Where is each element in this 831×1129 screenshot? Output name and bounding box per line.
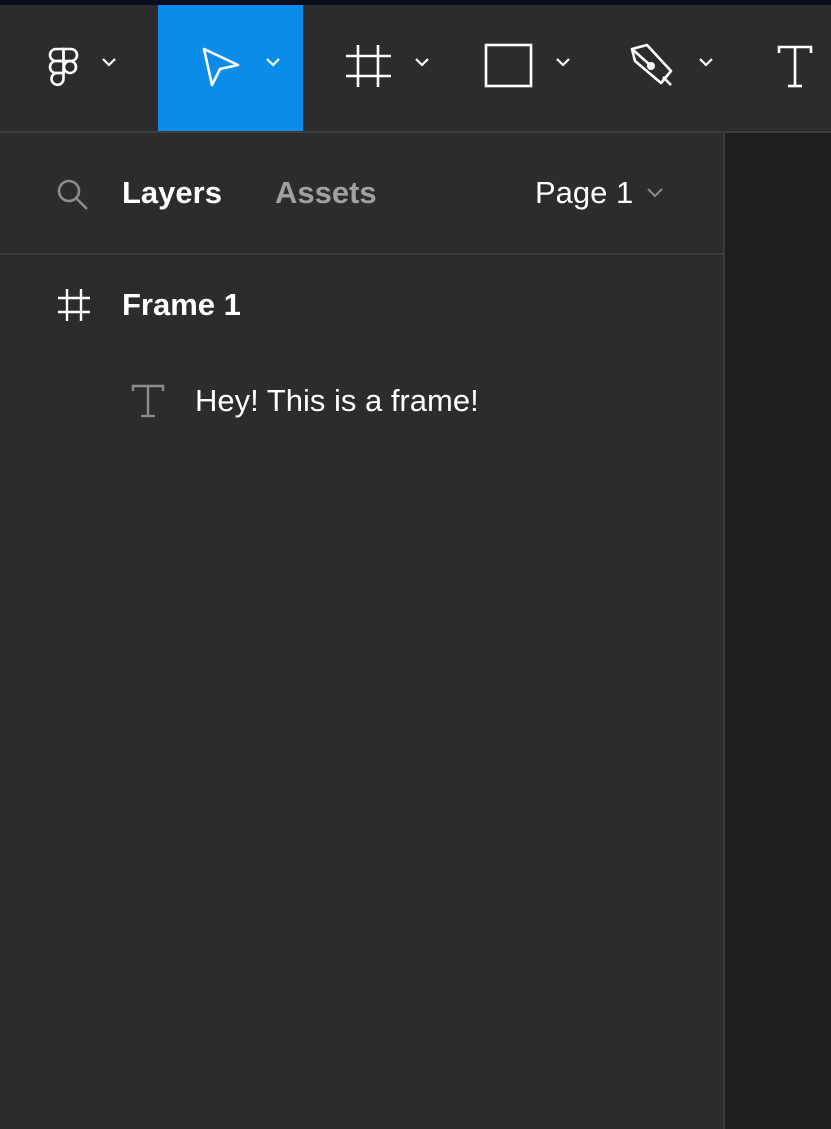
- text-icon: [131, 384, 165, 418]
- frame-hash-icon: [346, 45, 429, 87]
- text-icon: [777, 45, 813, 88]
- layer-label-frame: Frame 1: [122, 287, 241, 322]
- frame-hash-icon: [58, 289, 90, 321]
- frame-tool-button[interactable]: [303, 5, 445, 131]
- tab-layers[interactable]: Layers: [122, 175, 222, 211]
- rectangle-icon: [484, 43, 570, 88]
- tab-assets[interactable]: Assets: [275, 175, 377, 211]
- main-menu-button[interactable]: [0, 5, 150, 131]
- layer-row-text[interactable]: Hey! This is a frame!: [0, 371, 723, 431]
- cursor-arrow-icon: [202, 47, 280, 87]
- figma-logo-icon: [48, 47, 116, 87]
- toolbar: [0, 5, 831, 133]
- pen-icon: [630, 43, 713, 86]
- pen-tool-button[interactable]: [587, 5, 729, 131]
- page-select-label: Page 1: [535, 175, 634, 210]
- layer-label-text: Hey! This is a frame!: [195, 383, 479, 418]
- text-tool-button[interactable]: [729, 5, 831, 131]
- chevron-down-icon: [647, 188, 663, 198]
- layer-row-frame[interactable]: Frame 1: [0, 275, 723, 335]
- figma-app: Layers Assets Page 1 Frame 1 Hey! This i…: [0, 0, 831, 1129]
- move-tool-button[interactable]: [158, 5, 303, 131]
- canvas[interactable]: [725, 133, 831, 1129]
- search-icon[interactable]: [52, 175, 92, 215]
- shape-tool-button[interactable]: [445, 5, 587, 131]
- page-select[interactable]: Page 1: [535, 175, 665, 211]
- layers-panel: Layers Assets Page 1 Frame 1 Hey! This i…: [0, 133, 725, 1129]
- panel-header: Layers Assets Page 1: [0, 133, 723, 255]
